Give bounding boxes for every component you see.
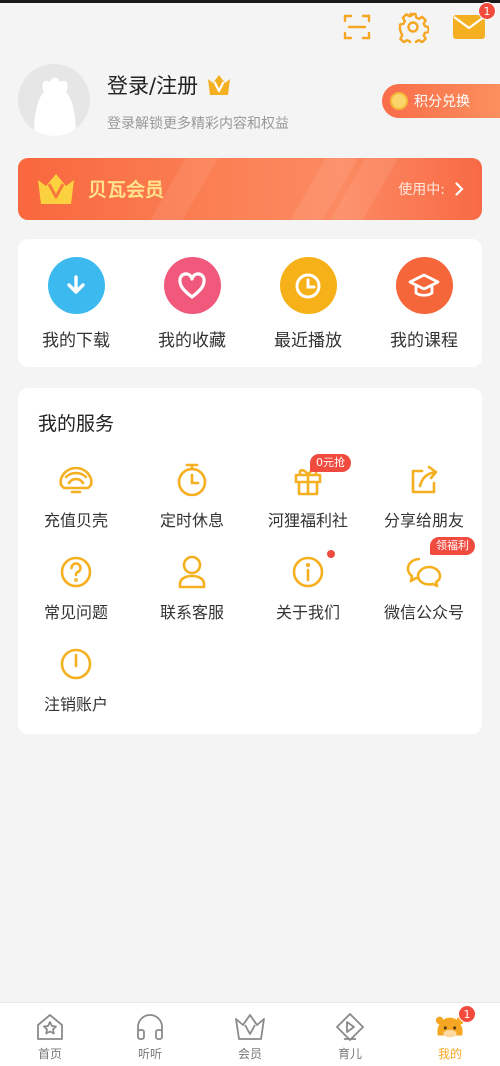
service-label: 关于我们 xyxy=(275,603,340,622)
services-card: 我的服务 充值贝壳 定时休息 0元抢 河狸福利社 分享给朋友 常见问题 联系客服… xyxy=(18,388,482,734)
status-bar-edge xyxy=(0,0,500,3)
chevron-right-icon xyxy=(455,182,464,196)
shortcut-label: 我的课程 xyxy=(390,331,458,351)
member-title: 贝瓦会员 xyxy=(88,179,165,201)
shortcut-favorites[interactable]: 我的收藏 xyxy=(134,239,250,367)
timer-icon xyxy=(172,460,212,500)
bottom-tab-bar: 首页 听听 会员 育儿 1 我的 xyxy=(0,1002,500,1066)
tab-label: 会员 xyxy=(237,1047,262,1061)
service-tag: 领福利 xyxy=(430,537,475,555)
customer-service-icon xyxy=(172,552,212,592)
messages-button[interactable]: 1 xyxy=(452,2,496,44)
shortcut-downloads[interactable]: 我的下载 xyxy=(18,239,134,367)
scan-button[interactable] xyxy=(340,10,374,44)
service-contact-support[interactable]: 联系客服 xyxy=(134,552,250,638)
points-exchange-button[interactable]: 积分兑换 xyxy=(382,84,500,118)
login-text: 登录/注册 xyxy=(107,74,199,98)
vip-badge-icon xyxy=(206,72,232,98)
wechat-icon xyxy=(404,552,444,592)
top-toolbar: 1 xyxy=(340,2,496,44)
share-icon xyxy=(404,460,444,500)
shortcut-label: 我的下载 xyxy=(42,331,110,351)
service-faq[interactable]: 常见问题 xyxy=(18,552,134,638)
shortcut-courses[interactable]: 我的课程 xyxy=(366,239,482,367)
gear-icon xyxy=(398,12,429,43)
service-tag: 0元抢 xyxy=(310,454,351,472)
service-label: 河狸福利社 xyxy=(267,511,348,530)
tab-badge: 1 xyxy=(458,1005,476,1023)
power-icon xyxy=(56,644,96,684)
service-delete-account[interactable]: 注销账户 xyxy=(18,644,134,730)
shortcuts-card: 我的下载 我的收藏 最近播放 我的课程 xyxy=(18,239,482,367)
service-label: 微信公众号 xyxy=(383,603,464,622)
question-icon xyxy=(56,552,96,592)
crown-v-icon xyxy=(38,174,74,204)
info-icon xyxy=(288,552,328,592)
tab-label: 听听 xyxy=(137,1047,162,1061)
clock-icon xyxy=(279,257,337,314)
play-diamond-icon xyxy=(334,1011,366,1043)
tab-listen[interactable]: 听听 xyxy=(100,1003,200,1066)
tab-parenting[interactable]: 育儿 xyxy=(300,1003,400,1066)
settings-button[interactable] xyxy=(396,10,430,44)
member-status: 使用中: xyxy=(398,179,464,199)
service-wechat-official[interactable]: 领福利 微信公众号 xyxy=(366,537,482,638)
tab-label: 我的 xyxy=(437,1047,462,1061)
service-welfare-club[interactable]: 0元抢 河狸福利社 xyxy=(250,454,366,546)
member-status-text: 使用中: xyxy=(398,182,445,198)
service-label: 定时休息 xyxy=(159,511,224,530)
default-avatar-icon xyxy=(18,64,90,136)
points-exchange-label: 积分兑换 xyxy=(414,94,470,110)
graduation-cap-icon xyxy=(395,257,453,314)
shortcut-label: 最近播放 xyxy=(274,331,342,351)
home-icon xyxy=(34,1011,66,1043)
crown-icon xyxy=(234,1011,266,1043)
mail-badge: 1 xyxy=(478,2,496,20)
download-icon xyxy=(47,257,105,314)
login-register-link[interactable]: 登录/注册 xyxy=(107,70,232,100)
shortcut-recent[interactable]: 最近播放 xyxy=(250,239,366,367)
scan-icon xyxy=(343,14,371,40)
service-share[interactable]: 分享给朋友 xyxy=(366,460,482,546)
tab-label: 育儿 xyxy=(337,1047,362,1061)
services-title: 我的服务 xyxy=(38,413,115,435)
service-label: 充值贝壳 xyxy=(43,511,108,530)
service-label: 注销账户 xyxy=(43,695,108,714)
shell-icon xyxy=(56,460,96,500)
service-label: 分享给朋友 xyxy=(383,511,464,530)
service-recharge-shells[interactable]: 充值贝壳 xyxy=(18,460,134,546)
tab-home[interactable]: 首页 xyxy=(0,1003,100,1066)
profile-header: 登录/注册 登录解锁更多精彩内容和权益 积分兑换 xyxy=(18,64,500,144)
service-about-us[interactable]: 关于我们 xyxy=(250,550,366,638)
tab-label: 首页 xyxy=(37,1047,62,1061)
login-subtitle: 登录解锁更多精彩内容和权益 xyxy=(107,116,289,132)
shortcut-label: 我的收藏 xyxy=(158,331,226,351)
tab-member[interactable]: 会员 xyxy=(200,1003,300,1066)
avatar[interactable] xyxy=(18,64,90,136)
headphones-icon xyxy=(134,1011,166,1043)
coin-icon xyxy=(390,92,408,110)
service-timed-rest[interactable]: 定时休息 xyxy=(134,460,250,546)
heart-icon xyxy=(163,257,221,314)
tab-mine[interactable]: 1 我的 xyxy=(400,1003,500,1066)
service-label: 联系客服 xyxy=(159,603,224,622)
new-dot xyxy=(327,550,335,558)
service-label: 常见问题 xyxy=(43,603,108,622)
member-card[interactable]: 贝瓦会员 使用中: xyxy=(18,158,482,220)
